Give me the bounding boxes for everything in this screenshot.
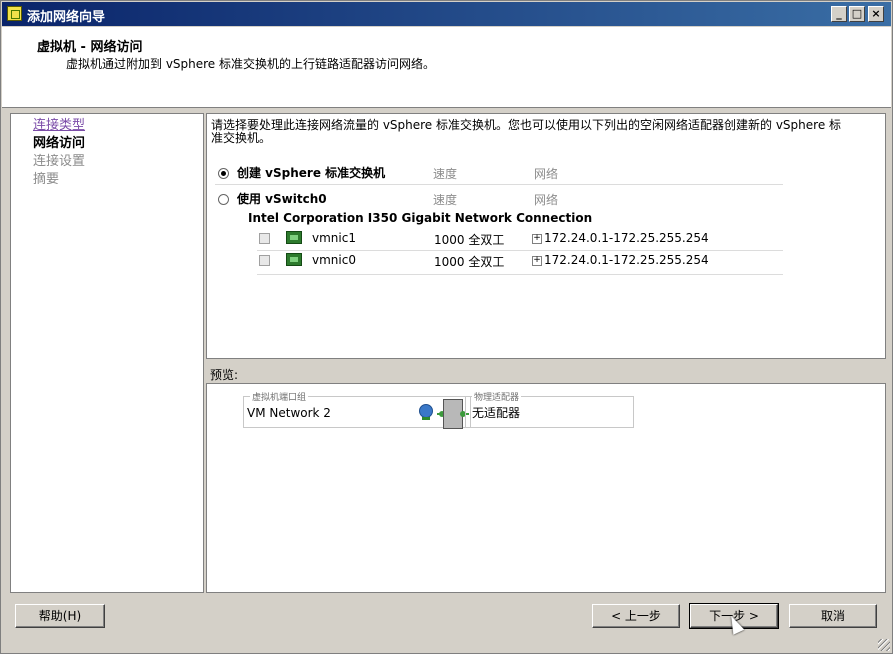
network-wizard-icon [7, 6, 22, 21]
nav-step-connection-type[interactable]: 连接类型 [33, 114, 85, 133]
nic-speed: 1000 全双工 [434, 233, 505, 247]
adapter-group-title: Intel Corporation I350 Gigabit Network C… [248, 211, 593, 225]
divider [257, 274, 783, 275]
help-button[interactable]: 帮助(H) [15, 604, 105, 628]
network-column-header: 网络 [534, 167, 559, 181]
nic-row: vmnic1 1000 全双工 +172.24.0.1-172.25.255.2… [257, 230, 777, 248]
page-title: 虚拟机 - 网络访问 [37, 40, 143, 55]
expand-plus-icon[interactable]: + [532, 255, 542, 266]
option-create-switch-label: 创建 vSphere 标准交换机 [237, 166, 386, 180]
page-subtitle: 虚拟机通过附加到 vSphere 标准交换机的上行链路适配器访问网络。 [66, 57, 436, 71]
speed-column-header: 速度 [433, 167, 458, 181]
physical-adapter-box: 物理适配器 无适配器 [465, 390, 634, 428]
option-create-switch[interactable]: 创建 vSphere 标准交换机 [218, 164, 385, 181]
nic-name: vmnic0 [312, 253, 356, 267]
nic-network: +172.24.0.1-172.25.255.254 [532, 231, 709, 245]
option-use-vswitch0[interactable]: 使用 vSwitch0 [218, 190, 327, 207]
nic-row: vmnic0 1000 全双工 +172.24.0.1-172.25.255.2… [257, 252, 777, 270]
option-use-vswitch0-label: 使用 vSwitch0 [237, 192, 327, 206]
nic-name: vmnic1 [312, 231, 356, 245]
nav-step-network-access: 网络访问 [33, 136, 86, 151]
wizard-window: 添加网络向导 _ □ × 虚拟机 - 网络访问 虚拟机通过附加到 vSphere… [0, 0, 893, 654]
back-button[interactable]: < 上一步 [592, 604, 680, 628]
network-adapter-icon [286, 253, 302, 266]
port-group-box: 虚拟机端口组 VM Network 2 [243, 390, 471, 428]
preview-label: 预览: [210, 368, 239, 382]
port-group-name: VM Network 2 [247, 406, 331, 420]
virtual-machine-icon [419, 404, 433, 420]
nic-checkbox[interactable] [259, 233, 270, 244]
divider [215, 184, 783, 185]
nic-checkbox[interactable] [259, 255, 270, 266]
maximize-button[interactable]: □ [849, 6, 865, 22]
radio-use-vswitch0[interactable] [218, 194, 229, 205]
nav-step-connection-settings: 连接设置 [33, 154, 86, 169]
port-group-legend: 虚拟机端口组 [250, 390, 309, 403]
divider [257, 250, 783, 251]
wizard-steps-nav: 连接类型 网络访问 连接设置 摘要 [10, 113, 204, 593]
nic-network: +172.24.0.1-172.25.255.254 [532, 253, 709, 267]
network-adapter-icon [286, 231, 302, 244]
title-bar[interactable]: 添加网络向导 _ □ × [2, 2, 891, 26]
resize-grip-icon[interactable] [878, 639, 890, 651]
speed-column-header-2: 速度 [433, 193, 458, 207]
nav-step-summary: 摘要 [33, 172, 60, 187]
instruction-text: 请选择要处理此连接网络流量的 vSphere 标准交换机。您也可以使用以下列出的… [211, 118, 842, 145]
network-column-header-2: 网络 [534, 193, 559, 207]
window-title: 添加网络向导 [27, 10, 106, 25]
nic-network-range: 172.24.0.1-172.25.255.254 [544, 253, 709, 267]
wizard-header: 虚拟机 - 网络访问 虚拟机通过附加到 vSphere 标准交换机的上行链路适配… [2, 27, 891, 108]
physical-adapter-legend: 物理适配器 [472, 390, 522, 403]
physical-adapter-name: 无适配器 [472, 406, 521, 420]
nic-network-range: 172.24.0.1-172.25.255.254 [544, 231, 709, 245]
switch-selection-panel: 请选择要处理此连接网络流量的 vSphere 标准交换机。您也可以使用以下列出的… [206, 113, 886, 359]
radio-create-switch[interactable] [218, 168, 229, 179]
minimize-button[interactable]: _ [831, 6, 847, 22]
nic-speed: 1000 全双工 [434, 255, 505, 269]
preview-panel: 虚拟机端口组 VM Network 2 物理适配器 无适配器 [206, 383, 886, 593]
expand-plus-icon[interactable]: + [532, 233, 542, 244]
close-button[interactable]: × [868, 6, 884, 22]
cancel-button[interactable]: 取消 [789, 604, 877, 628]
